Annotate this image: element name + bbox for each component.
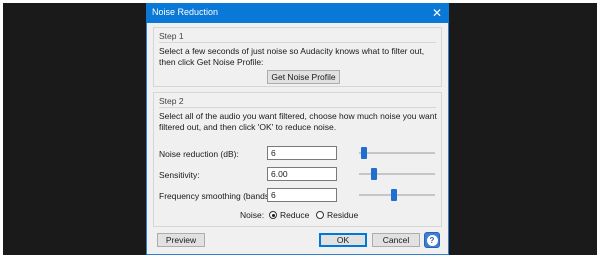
frequency-smoothing-slider-thumb[interactable] (390, 189, 397, 201)
noise-mode-label: Noise: (240, 210, 265, 220)
reduce-radio[interactable] (269, 211, 277, 219)
noise-reduction-slider-track (359, 152, 435, 154)
ok-button[interactable]: OK (319, 233, 367, 247)
get-noise-profile-button[interactable]: Get Noise Profile (267, 70, 340, 84)
frequency-smoothing-slider-track (359, 194, 435, 196)
frequency-smoothing-label: Frequency smoothing (bands): (159, 191, 275, 201)
dialog-title: Noise Reduction (152, 7, 219, 17)
noise-reduction-slider-thumb[interactable] (360, 147, 367, 159)
step2-group: Step 2 Select all of the audio you want … (153, 92, 442, 227)
preview-button[interactable]: Preview (157, 233, 205, 247)
step2-divider (159, 107, 436, 108)
help-button[interactable]: ? (424, 232, 440, 248)
frequency-smoothing-slider[interactable] (359, 189, 435, 201)
step1-legend: Step 1 (159, 31, 184, 41)
step2-text-line2: filtered out, and then click 'OK' to red… (159, 122, 337, 132)
close-icon[interactable]: ✕ (427, 4, 447, 22)
sensitivity-input[interactable]: 6.00 (267, 167, 337, 181)
residue-radio[interactable] (316, 211, 324, 219)
sensitivity-label: Sensitivity: (159, 170, 200, 180)
noise-reduction-slider[interactable] (359, 147, 435, 159)
sensitivity-slider[interactable] (359, 168, 435, 180)
noise-reduction-input[interactable]: 6 (267, 146, 337, 160)
sensitivity-slider-thumb[interactable] (371, 168, 378, 180)
residue-option-label[interactable]: Residue (327, 210, 358, 220)
noise-reduction-dialog: Noise Reduction ✕ Step 1 Select a few se… (146, 3, 449, 255)
help-icon: ? (426, 234, 438, 246)
step2-text-line1: Select all of the audio you want filtere… (159, 111, 437, 121)
step1-group: Step 1 Select a few seconds of just nois… (153, 27, 442, 87)
step1-text-line1: Select a few seconds of just noise so Au… (159, 46, 425, 56)
cancel-button[interactable]: Cancel (372, 233, 420, 247)
title-bar: Noise Reduction ✕ (146, 3, 449, 23)
step2-legend: Step 2 (159, 96, 184, 106)
frequency-smoothing-input[interactable]: 6 (267, 188, 337, 202)
noise-reduction-label: Noise reduction (dB): (159, 149, 239, 159)
step1-text-line2: then click Get Noise Profile: (159, 57, 264, 67)
reduce-option-label[interactable]: Reduce (280, 210, 309, 220)
step1-divider (159, 42, 436, 43)
